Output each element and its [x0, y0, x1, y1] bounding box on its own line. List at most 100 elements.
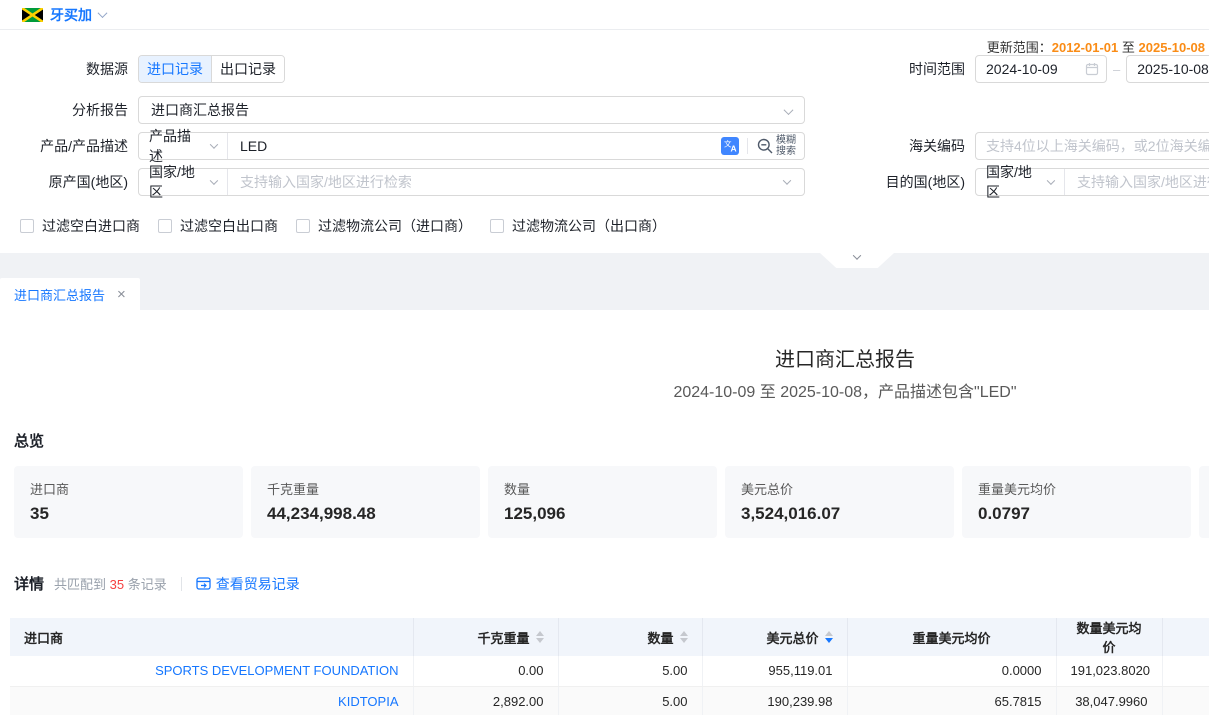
table-cell: 5.00 [558, 686, 702, 715]
origin-country-type-select[interactable]: 国家/地区 [139, 169, 228, 195]
filter-label[interactable]: 过滤物流公司（进口商） [318, 216, 472, 236]
update-range: 更新范围：2012-01-01 至 2025-10-08 [987, 37, 1205, 56]
tab-import-records[interactable]: 进口记录 [139, 56, 211, 82]
table-row: SPORTS DEVELOPMENT FOUNDATION 0.00 5.00 … [10, 656, 1209, 686]
product-field-type-select[interactable]: 产品描述 [139, 133, 228, 159]
country-selector[interactable]: 牙买加 [22, 5, 106, 25]
card-label: 进口商 [30, 479, 227, 498]
matched-count: 35 [110, 577, 124, 592]
filter-label[interactable]: 过滤空白出口商 [180, 216, 278, 236]
card-label: 千克重量 [267, 479, 464, 498]
report-title: 进口商汇总报告 [0, 343, 1209, 372]
overview-card-partial [1199, 466, 1209, 538]
destination-country-field: 国家/地区 [975, 168, 1209, 196]
destination-country-input[interactable] [1065, 169, 1209, 195]
translate-button[interactable]: 文 A [721, 137, 739, 155]
destination-country-label: 目的国(地区) [845, 172, 975, 192]
report-subtitle: 2024-10-09 至 2025-10-08，产品描述包含"LED" [0, 378, 1209, 402]
overview-card: 美元总价 3,524,016.07 [725, 466, 954, 538]
origin-country-type-value: 国家/地区 [149, 162, 203, 202]
filter-label[interactable]: 过滤物流公司（出口商） [512, 216, 666, 236]
overview-cards: 进口商 35 千克重量 44,234,998.48 数量 125,096 美元总… [14, 466, 1209, 538]
update-range-label: 更新范围： [987, 40, 1052, 55]
product-search-input[interactable] [228, 133, 721, 159]
overview-card: 数量 125,096 [488, 466, 717, 538]
chevron-down-icon [210, 140, 218, 148]
report-type-label: 分析报告 [0, 100, 138, 120]
overview-card: 进口商 35 [14, 466, 243, 538]
table-cell: 0.00 [413, 656, 558, 686]
sort-carets-icon [825, 631, 833, 643]
result-tab-label: 进口商汇总报告 [14, 285, 105, 304]
table-cell: 190,239.98 [702, 686, 847, 715]
checkbox[interactable] [296, 219, 310, 233]
importer-link[interactable]: SPORTS DEVELOPMENT FOUNDATION [155, 663, 398, 678]
card-label: 重量美元均价 [978, 479, 1175, 498]
table-cell: 38,047.9960 [1056, 686, 1162, 715]
tab-export-records[interactable]: 出口记录 [211, 56, 284, 82]
topbar: 牙买加 [0, 0, 1209, 30]
card-label: 美元总价 [741, 479, 938, 498]
product-field-type-value: 产品描述 [149, 126, 203, 166]
result-tab[interactable]: 进口商汇总报告 × [0, 278, 140, 310]
card-value: 35 [30, 504, 227, 524]
svg-text:A: A [731, 144, 737, 154]
view-trade-records-link[interactable]: 查看贸易记录 [196, 574, 300, 594]
table-cell-importer: SPORTS DEVELOPMENT FOUNDATION [10, 656, 413, 686]
sort-quantity[interactable]: 数量 [573, 628, 688, 647]
column-header-usd-total: 美元总价 [702, 618, 847, 656]
filter-logistics-exporter: 过滤物流公司（出口商） [490, 216, 666, 236]
sort-kg-weight[interactable]: 千克重量 [428, 628, 544, 647]
filter-label[interactable]: 过滤空白进口商 [42, 216, 140, 236]
calendar-icon[interactable] [1085, 62, 1099, 76]
report-type-value: 进口商汇总报告 [139, 100, 249, 120]
data-table: 进口商 千克重量 数量 [10, 618, 1209, 715]
chevron-down-icon [98, 8, 108, 18]
table-cell: 2,892.00 [413, 686, 558, 715]
sort-usd-total[interactable]: 美元总价 [717, 628, 833, 647]
filter-logistics-importer: 过滤物流公司（进口商） [296, 216, 472, 236]
data-source-tabs: 进口记录 出口记录 [138, 55, 285, 83]
trade-records-icon [196, 576, 211, 591]
origin-country-input[interactable] [228, 169, 784, 195]
report-type-select[interactable]: 进口商汇总报告 [138, 96, 805, 124]
chevron-down-icon [783, 176, 791, 184]
checkbox[interactable] [20, 219, 34, 233]
overview-heading: 总览 [14, 430, 44, 451]
translate-icon: 文 A [721, 137, 739, 155]
chevron-down-icon [210, 177, 218, 185]
matched-records-text: 共匹配到 35 条记录 [54, 574, 167, 593]
close-icon[interactable]: × [117, 287, 126, 302]
hs-code-input[interactable] [975, 132, 1209, 160]
column-header-usd-per-quantity: 数量美元均价 [1056, 618, 1162, 656]
card-label: 数量 [504, 479, 701, 498]
fuzzy-search-label: 模糊 搜索 [776, 135, 796, 157]
chevron-down-icon [1047, 177, 1055, 185]
start-date-wrap [975, 55, 1107, 83]
data-source-label: 数据源 [0, 59, 138, 79]
hs-code-label: 海关编码 [845, 136, 975, 156]
destination-country-type-select[interactable]: 国家/地区 [976, 169, 1065, 195]
filter-blank-importer: 过滤空白进口商 [20, 216, 140, 236]
product-search-field: 产品描述 文 A 模糊 搜索 [138, 132, 805, 160]
date-range-separator: – [1113, 62, 1120, 77]
collapse-handle[interactable] [820, 253, 894, 268]
card-value: 0.0797 [978, 504, 1175, 524]
table-cell: 955,119.01 [702, 656, 847, 686]
table-cell [1162, 656, 1209, 686]
checkbox[interactable] [158, 219, 172, 233]
trade-records-label: 查看贸易记录 [216, 574, 300, 594]
end-date-input[interactable] [1126, 55, 1209, 83]
checkbox[interactable] [490, 219, 504, 233]
divider [747, 138, 748, 154]
column-header-usd-per-weight: 重量美元均价 [847, 618, 1056, 656]
importer-link[interactable]: KIDTOPIA [338, 694, 398, 709]
fuzzy-search-button[interactable]: 模糊 搜索 [756, 135, 804, 157]
tab-strip: 进口商汇总报告 × [0, 253, 1209, 310]
table-row: KIDTOPIA 2,892.00 5.00 190,239.98 65.781… [10, 686, 1209, 715]
overview-card: 重量美元均价 0.0797 [962, 466, 1191, 538]
sort-carets-icon [680, 631, 688, 643]
column-header-importer: 进口商 [10, 618, 413, 656]
table-cell-importer: KIDTOPIA [10, 686, 413, 715]
update-range-separator: 至 [1122, 40, 1135, 55]
